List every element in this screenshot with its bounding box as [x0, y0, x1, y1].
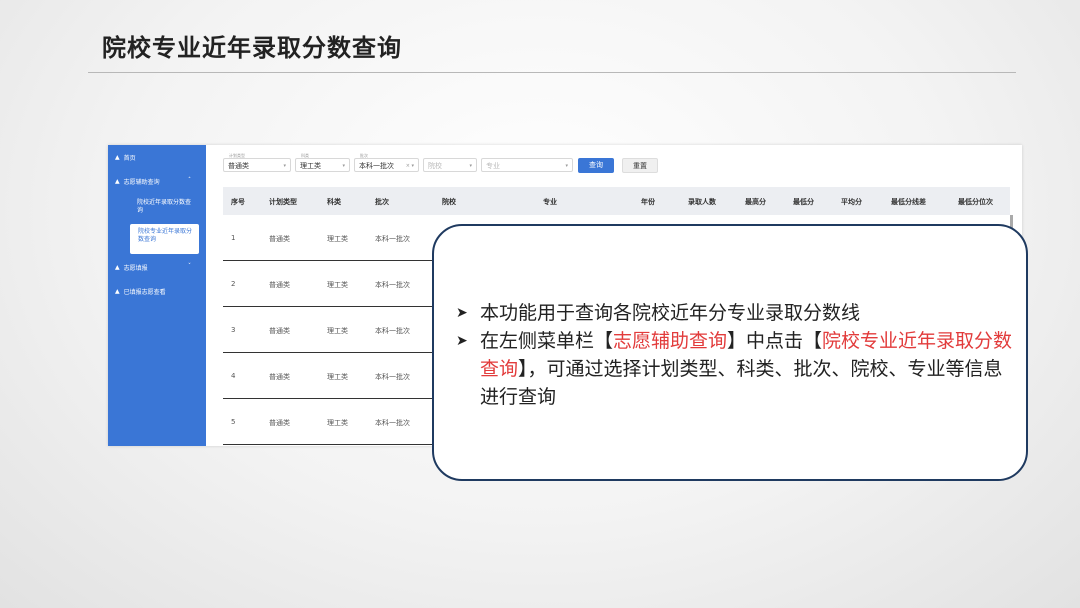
reset-button[interactable]: 重置	[622, 158, 658, 173]
major-placeholder[interactable]: 专业 ▾	[481, 158, 573, 172]
arrow-bullet-icon: ➤	[456, 299, 468, 327]
sidebar-item-label: 志愿辅助查询	[124, 177, 160, 186]
col-header: 计划类型	[269, 197, 297, 207]
query-button[interactable]: 查询	[578, 158, 614, 173]
cell-batch: 本科一批次	[375, 418, 410, 428]
plan-type-value[interactable]: 普通类 ▾	[223, 158, 291, 172]
col-header: 年份	[641, 197, 655, 207]
cell-no: 2	[231, 280, 235, 288]
cell-subject: 理工类	[327, 418, 348, 428]
col-header: 院校	[442, 197, 456, 207]
table-header: 序号 计划类型 科类 批次 院校 专业 年份 录取人数 最高分 最低分 平均分 …	[223, 187, 1010, 215]
school-select[interactable]: 院校 ▾	[423, 153, 477, 175]
chevron-up-icon[interactable]: ˆ	[188, 177, 191, 184]
arrow-bullet-icon: ➤	[456, 327, 468, 355]
col-header: 科类	[327, 197, 341, 207]
sidebar: ▲ 首页 ▲ 志愿辅助查询 ˆ 院校近年录取分数查询 院校专业近年录取分数查询 …	[108, 145, 206, 446]
col-header: 最低分	[793, 197, 814, 207]
sidebar-subitem-school-scores[interactable]: 院校近年录取分数查询	[137, 199, 195, 215]
callout-box: ➤ 本功能用于查询各院校近年分专业录取分数线 ➤ 在左侧菜单栏【志愿辅助查询】中…	[432, 224, 1028, 481]
cell-no: 4	[231, 372, 235, 380]
chevron-down-icon: ▾	[565, 159, 568, 173]
sidebar-item-assist-query[interactable]: ▲ 志愿辅助查询	[115, 177, 160, 186]
school-placeholder[interactable]: 院校 ▾	[423, 158, 477, 172]
chevron-down-icon[interactable]: ˇ	[188, 263, 191, 270]
cell-subject: 理工类	[327, 326, 348, 336]
col-header: 专业	[543, 197, 557, 207]
batch-text: 本科一批次	[359, 162, 394, 170]
subject-select[interactable]: 科类 理工类 ▾	[295, 153, 350, 175]
bullet-item: ➤ 在左侧菜单栏【志愿辅助查询】中点击【院校专业近年录取分数查询】，可通过选择计…	[456, 327, 1016, 411]
major-placeholder-text: 专业	[486, 162, 500, 170]
col-header: 录取人数	[688, 197, 716, 207]
user-icon: ▲	[115, 264, 120, 271]
bullet-text: 本功能用于查询各院校近年分专业录取分数线	[480, 302, 860, 324]
col-header: 最低分位次	[958, 197, 993, 207]
bullet-text: 】，可通过选择计划类型、科类、批次、院校、专业等信息进行查询	[480, 358, 1003, 408]
col-header: 最低分线差	[891, 197, 926, 207]
title-divider	[88, 72, 1016, 73]
sidebar-item-fill[interactable]: ▲ 志愿填报	[115, 263, 148, 272]
cell-subject: 理工类	[327, 372, 348, 382]
cell-subject: 理工类	[327, 280, 348, 290]
sidebar-item-home[interactable]: ▲ 首页	[115, 153, 136, 162]
chevron-down-icon: ▾	[283, 159, 286, 173]
cell-subject: 理工类	[327, 234, 348, 244]
cell-plan: 普通类	[269, 234, 290, 244]
subject-text: 理工类	[300, 162, 321, 170]
sidebar-item-view-filled[interactable]: ▲ 已填报志愿查看	[115, 287, 166, 296]
batch-select[interactable]: 批次 本科一批次 × ▾	[354, 153, 419, 175]
major-select[interactable]: 专业 ▾	[481, 153, 573, 175]
callout-bullets: ➤ 本功能用于查询各院校近年分专业录取分数线 ➤ 在左侧菜单栏【志愿辅助查询】中…	[456, 299, 1016, 411]
chevron-down-icon: ▾	[469, 159, 472, 173]
cell-batch: 本科一批次	[375, 372, 410, 382]
subject-value[interactable]: 理工类 ▾	[295, 158, 350, 172]
bullet-item: ➤ 本功能用于查询各院校近年分专业录取分数线	[456, 299, 1016, 327]
cell-plan: 普通类	[269, 326, 290, 336]
cell-batch: 本科一批次	[375, 234, 410, 244]
cell-no: 5	[231, 418, 235, 426]
bullet-text: 】中点击【	[727, 330, 822, 352]
sidebar-subitem-major-scores[interactable]: 院校专业近年录取分数查询	[130, 224, 199, 254]
cell-batch: 本科一批次	[375, 280, 410, 290]
cell-plan: 普通类	[269, 418, 290, 428]
user-icon: ▲	[115, 288, 120, 295]
school-placeholder-text: 院校	[428, 162, 442, 170]
slide-title: 院校专业近年录取分数查询	[102, 28, 402, 63]
bullet-text: 在左侧菜单栏【	[480, 330, 613, 352]
clear-chevron-icon: × ▾	[406, 159, 414, 173]
user-icon: ▲	[115, 154, 120, 161]
col-header: 平均分	[841, 197, 862, 207]
batch-value[interactable]: 本科一批次 × ▾	[354, 158, 419, 172]
col-header: 批次	[375, 197, 389, 207]
user-icon: ▲	[115, 178, 120, 185]
chevron-down-icon: ▾	[342, 159, 345, 173]
cell-no: 1	[231, 234, 235, 242]
sidebar-item-label: 首页	[124, 153, 136, 162]
col-header: 最高分	[745, 197, 766, 207]
sidebar-subitem-label: 院校专业近年录取分数查询	[130, 224, 192, 244]
highlight-text: 志愿辅助查询	[613, 330, 727, 352]
cell-batch: 本科一批次	[375, 326, 410, 336]
cell-plan: 普通类	[269, 372, 290, 382]
cell-plan: 普通类	[269, 280, 290, 290]
col-header: 序号	[231, 197, 245, 207]
sidebar-item-label: 已填报志愿查看	[124, 287, 166, 296]
plan-type-text: 普通类	[228, 162, 249, 170]
cell-no: 3	[231, 326, 235, 334]
sidebar-item-label: 志愿填报	[124, 263, 148, 272]
plan-type-select[interactable]: 计划类型 普通类 ▾	[223, 153, 291, 175]
